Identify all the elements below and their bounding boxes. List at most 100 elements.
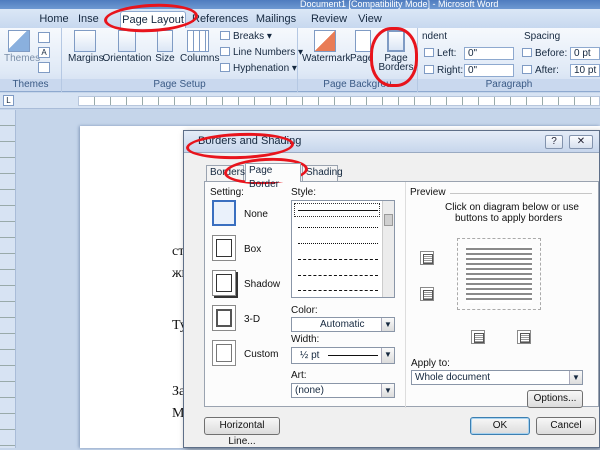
tab-references[interactable]: References xyxy=(192,11,248,28)
preview-diagram[interactable] xyxy=(457,238,541,310)
tab-shading[interactable]: Shading xyxy=(302,165,343,181)
setting-box-label[interactable]: Box xyxy=(244,244,261,255)
margins-label: Margins xyxy=(68,53,104,64)
size-button[interactable]: Size xyxy=(152,30,178,64)
indent-left-icon xyxy=(424,48,434,57)
tab-mailings[interactable]: Mailings xyxy=(254,11,298,28)
help-button[interactable]: ? xyxy=(545,135,563,149)
style-dotted-fine[interactable] xyxy=(298,243,378,244)
tab-insert[interactable]: Inse xyxy=(78,11,104,28)
indent-right-label: Right: xyxy=(424,65,463,77)
ribbon-tabs: Home Inse Page Layout References Mailing… xyxy=(0,9,600,28)
chevron-down-icon: ▼ xyxy=(381,318,394,331)
art-select[interactable]: (none) ▼ xyxy=(291,383,395,398)
preview-divider xyxy=(450,193,592,194)
setting-label: Setting: xyxy=(210,187,244,198)
columns-label: Columns xyxy=(180,53,220,64)
window-title: Document1 [Compatibility Mode] - Microso… xyxy=(300,0,499,9)
options-button[interactable]: Options... xyxy=(527,390,583,408)
watermark-icon xyxy=(314,30,336,52)
indent-right-icon xyxy=(424,65,434,74)
line-numbers-icon xyxy=(220,47,230,56)
apply-to-value: Whole document xyxy=(415,372,491,383)
setting-custom-icon[interactable] xyxy=(212,340,236,366)
setting-box-icon[interactable] xyxy=(212,235,236,261)
columns-button[interactable]: Columns xyxy=(180,30,220,64)
dialog-title-bar[interactable]: Borders and Shading ? ✕ xyxy=(184,131,599,153)
group-paragraph-label: Paragraph xyxy=(418,79,600,91)
line-numbers-button[interactable]: Line Numbers ▾ xyxy=(220,47,303,59)
tab-page-layout[interactable]: Page Layout xyxy=(120,11,186,28)
width-value: ½ pt xyxy=(300,350,320,361)
margins-button[interactable]: Margins xyxy=(68,30,104,64)
page-borders-button[interactable]: Page Borders xyxy=(378,30,414,73)
color-label: Color: xyxy=(291,305,318,316)
art-value: (none) xyxy=(295,385,324,396)
width-line-sample xyxy=(328,355,378,356)
page-borders-label: Page Borders xyxy=(378,53,414,73)
spacing-before-input[interactable]: 0 pt xyxy=(570,47,600,60)
dialog-title: Borders and Shading xyxy=(198,135,302,147)
style-solid[interactable] xyxy=(298,210,378,211)
style-scroll-thumb[interactable] xyxy=(384,214,393,226)
theme-colors-icon[interactable] xyxy=(38,32,50,43)
cancel-button[interactable]: Cancel xyxy=(536,417,596,435)
style-scrollbar[interactable] xyxy=(382,201,394,297)
chevron-down-icon: ▼ xyxy=(381,348,394,363)
size-label: Size xyxy=(155,53,175,64)
left-border-button[interactable] xyxy=(471,330,485,344)
ruler-scale xyxy=(78,96,600,106)
breaks-label: Breaks ▾ xyxy=(233,31,272,42)
spacing-after-label: After: xyxy=(522,65,559,77)
spacing-before-label: Before: xyxy=(522,48,567,60)
orientation-label: Orientation xyxy=(102,53,152,64)
tab-review[interactable]: Review xyxy=(308,11,350,28)
indent-right-input[interactable]: 0" xyxy=(464,64,514,77)
tab-selector-icon[interactable]: L xyxy=(3,95,14,106)
style-list[interactable] xyxy=(291,200,395,298)
hyphenation-button[interactable]: Hyphenation ▾ xyxy=(220,63,297,75)
group-page-background: Watermark Page Color Page Borders Page B… xyxy=(298,28,418,92)
top-border-button[interactable] xyxy=(420,251,434,265)
right-border-button[interactable] xyxy=(517,330,531,344)
page-color-button[interactable]: Page Color xyxy=(350,30,376,64)
orientation-icon xyxy=(118,30,136,52)
chevron-down-icon: ▼ xyxy=(381,384,394,397)
apply-to-select[interactable]: Whole document ▼ xyxy=(411,370,583,385)
close-button[interactable]: ✕ xyxy=(569,135,593,149)
style-dashed[interactable] xyxy=(298,259,378,260)
theme-fonts-icon[interactable]: A xyxy=(38,47,50,58)
indent-left-input[interactable]: 0" xyxy=(464,47,514,60)
group-themes-label: Themes xyxy=(0,79,61,91)
setting-shadow-icon[interactable] xyxy=(212,270,236,296)
setting-custom-label[interactable]: Custom xyxy=(244,349,278,360)
style-dash-dot[interactable] xyxy=(298,290,378,291)
orientation-button[interactable]: Orientation xyxy=(102,30,152,64)
width-select[interactable]: ½ pt ▼ xyxy=(291,347,395,364)
preview-label: Preview xyxy=(410,187,446,198)
tab-view[interactable]: View xyxy=(354,11,386,28)
window-title-bar: Document1 [Compatibility Mode] - Microso… xyxy=(0,0,600,9)
setting-none-icon[interactable] xyxy=(212,200,236,226)
theme-effects-icon[interactable] xyxy=(38,62,50,73)
themes-button[interactable]: Themes xyxy=(4,30,40,64)
watermark-button[interactable]: Watermark xyxy=(302,30,351,64)
tab-borders[interactable]: Borders xyxy=(206,165,245,181)
style-long-dash[interactable] xyxy=(298,275,378,276)
spacing-heading: Spacing xyxy=(524,31,561,42)
color-select[interactable]: Automatic ▼ xyxy=(291,317,395,332)
spacing-after-input[interactable]: 10 pt xyxy=(570,64,600,77)
watermark-label: Watermark xyxy=(302,53,351,64)
group-page-background-label: Page Backgrou xyxy=(298,79,417,91)
ok-button[interactable]: OK xyxy=(470,417,530,435)
setting-shadow-label[interactable]: Shadow xyxy=(244,279,280,290)
tab-page-border[interactable]: Page Border xyxy=(245,163,301,190)
tab-home[interactable]: Home xyxy=(36,11,72,28)
style-dotted[interactable] xyxy=(298,227,378,228)
bottom-border-button[interactable] xyxy=(420,287,434,301)
breaks-button[interactable]: Breaks ▾ xyxy=(220,31,272,43)
horizontal-line-button[interactable]: Horizontal Line... xyxy=(204,417,280,447)
setting-none-label[interactable]: None xyxy=(244,209,268,220)
setting-3d-icon[interactable] xyxy=(212,305,236,331)
setting-3d-label[interactable]: 3-D xyxy=(244,314,260,325)
